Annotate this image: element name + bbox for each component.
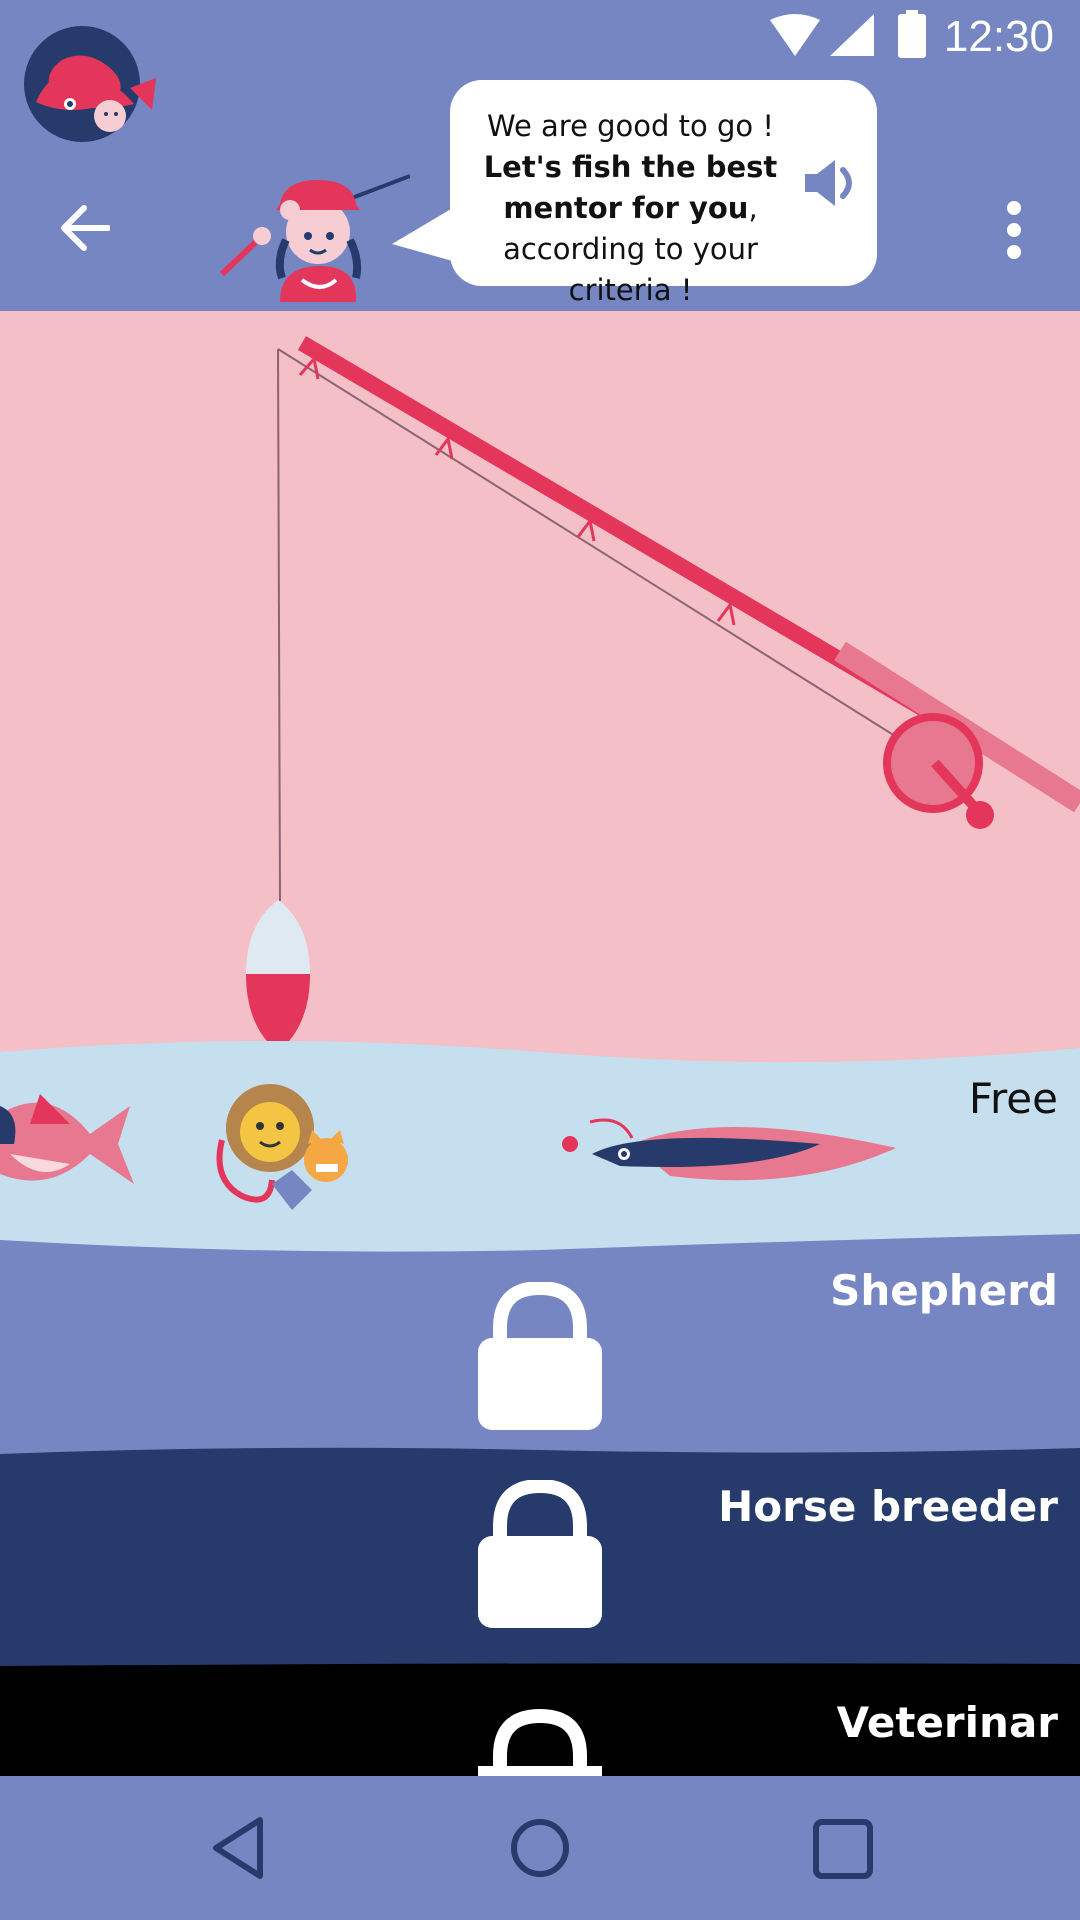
mascot-speech-bubble: We are good to go ! Let's fish the best … — [450, 80, 877, 307]
nav-home-icon[interactable] — [508, 1816, 572, 1880]
fisher-girl-mascot — [219, 174, 410, 302]
pink-fish — [0, 1094, 134, 1184]
speech-text-part1: We are good to go ! — [487, 109, 774, 143]
signal-icon — [830, 14, 874, 56]
status-bar: 12:30 — [0, 0, 1080, 72]
back-arrow-icon[interactable] — [58, 204, 110, 252]
nav-back-icon[interactable] — [210, 1816, 266, 1880]
speech-text: We are good to go ! Let's fish the best … — [458, 106, 803, 311]
level-band-free[interactable] — [0, 1050, 1080, 1240]
level-label-veterinar: Veterinar — [836, 1698, 1058, 1747]
anglerfish — [562, 1118, 896, 1181]
level-label-horse-breeder: Horse breeder — [718, 1482, 1058, 1531]
speech-text-bold: Let's fish the best mentor for you — [483, 150, 778, 225]
mentor-animals-badge — [216, 1084, 348, 1210]
lock-icon-shepherd — [478, 1282, 602, 1430]
android-nav-bar — [0, 1776, 1080, 1920]
status-time: 12:30 — [943, 12, 1054, 61]
fishing-rod — [277, 336, 1080, 902]
overflow-menu-icon[interactable] — [1000, 200, 1028, 260]
level-label-shepherd: Shepherd — [830, 1266, 1058, 1315]
level-label-free: Free — [968, 1074, 1058, 1123]
speech-bubble-tail — [392, 206, 456, 262]
profile-avatar[interactable] — [22, 24, 158, 142]
battery-icon — [898, 10, 926, 58]
wifi-icon — [770, 14, 820, 56]
nav-recents-icon[interactable] — [812, 1818, 874, 1880]
lock-icon-horse-breeder — [478, 1480, 602, 1628]
speaker-icon[interactable] — [803, 158, 865, 208]
lock-icon-veterinar — [478, 1708, 602, 1776]
